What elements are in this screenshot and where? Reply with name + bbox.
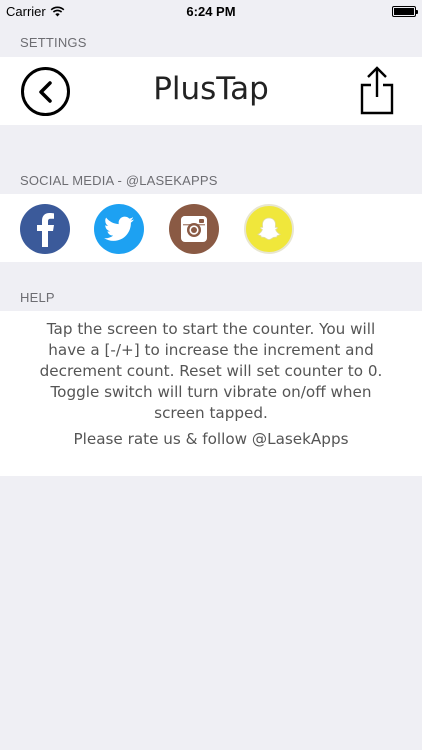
rate-link[interactable]: Please rate us & follow @LasekApps (34, 429, 388, 450)
snapchat-icon (257, 217, 281, 241)
status-left: Carrier (6, 4, 65, 19)
help-panel: Tap the screen to start the counter. You… (0, 311, 422, 476)
wifi-icon (50, 6, 65, 16)
help-header: HELP (20, 290, 55, 305)
instagram-button[interactable] (169, 204, 219, 254)
battery-icon (392, 5, 418, 17)
snapchat-button[interactable] (244, 204, 294, 254)
social-panel (0, 194, 422, 262)
nav-panel: PlusTap (0, 57, 422, 125)
share-icon (360, 66, 394, 115)
share-button[interactable] (359, 65, 395, 115)
status-bar: Carrier 6:24 PM (0, 0, 422, 22)
instagram-icon (181, 216, 207, 242)
twitter-icon (104, 216, 134, 241)
carrier-label: Carrier (6, 3, 46, 19)
facebook-button[interactable] (20, 204, 70, 254)
social-header: SOCIAL MEDIA - @LASEKAPPS (20, 173, 218, 188)
help-text: Tap the screen to start the counter. You… (39, 320, 383, 422)
facebook-icon (37, 213, 54, 247)
twitter-button[interactable] (94, 204, 144, 254)
settings-header: SETTINGS (20, 35, 87, 50)
battery-fill (394, 7, 414, 15)
